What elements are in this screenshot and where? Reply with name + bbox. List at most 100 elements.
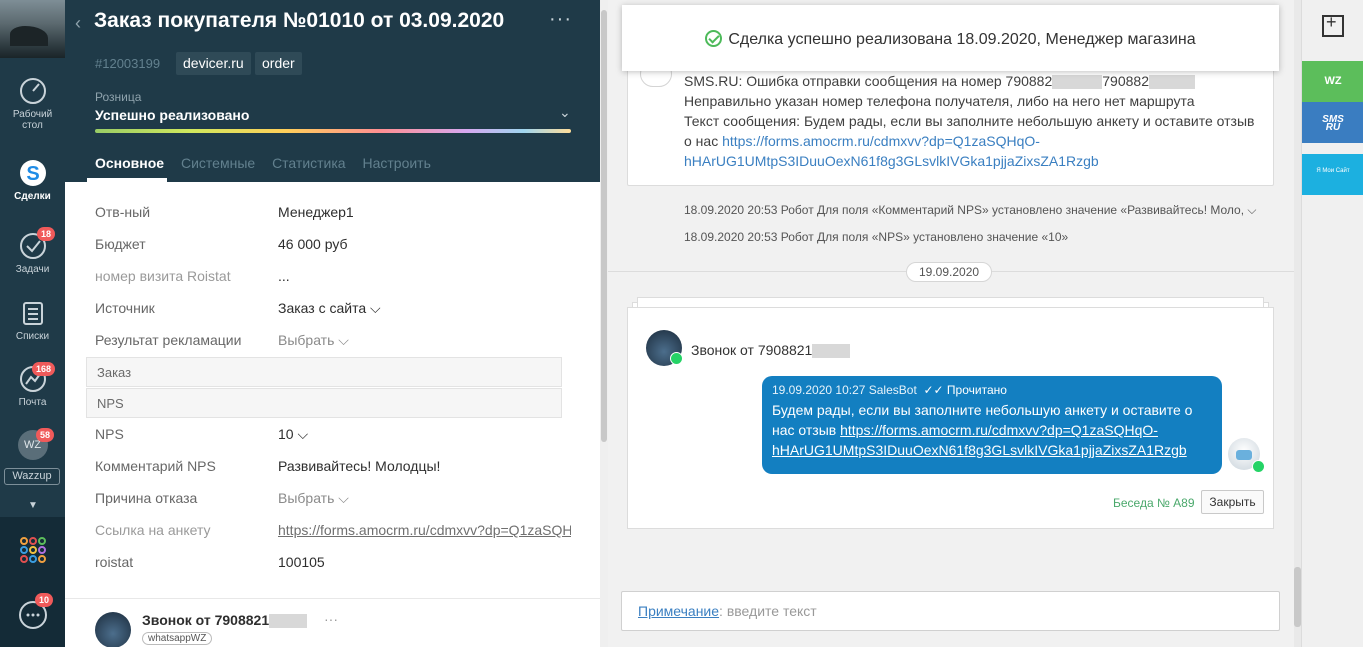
- sms-link[interactable]: https://forms.amocrm.ru/cdmxvv?dp=Q1zaSQ…: [722, 133, 1040, 149]
- log-entry: 18.09.2020 20:53 Робот Для поля «NPS» ус…: [684, 230, 1069, 244]
- field-row: Причина отказа Выбрать ⌵: [65, 482, 600, 514]
- sms-line1b: 790882: [1102, 73, 1149, 89]
- field-value[interactable]: ...: [278, 268, 290, 284]
- mail-badge: 168: [32, 362, 56, 376]
- field-value[interactable]: Выбрать ⌵: [278, 490, 349, 507]
- status-select[interactable]: Успешно реализовано: [95, 107, 249, 123]
- nav-expand-icon[interactable]: ▼: [28, 500, 38, 511]
- lead-card: ‹ Заказ покупателя №01010 от 03.09.2020 …: [65, 0, 600, 647]
- tab-system[interactable]: Системные: [181, 155, 255, 171]
- tab-settings[interactable]: Настроить: [362, 155, 430, 171]
- page-title[interactable]: Заказ покупателя №01010 от 03.09.2020: [94, 9, 504, 33]
- field-value[interactable]: https://forms.amocrm.ru/cdmxvv?dp=Q1zaSQ…: [278, 522, 571, 538]
- tab-main[interactable]: Основное: [95, 155, 164, 171]
- section-order[interactable]: Заказ: [86, 357, 562, 387]
- check-circle-icon: [705, 30, 723, 47]
- card-scrollbar[interactable]: [600, 0, 608, 647]
- scroll-thumb[interactable]: [601, 10, 607, 442]
- sms-text: SMS.RU: Ошибка отправки сообщения на ном…: [684, 71, 1264, 171]
- pipeline-progress: [95, 129, 571, 133]
- stack-decoration: [637, 297, 1264, 307]
- nav-deals[interactable]: S Сделки: [0, 158, 65, 202]
- chat-badge: 10: [35, 593, 54, 607]
- field-value[interactable]: 46 000 руб: [278, 236, 348, 252]
- tab-stats[interactable]: Статистика: [272, 155, 346, 171]
- nav-wz[interactable]: WZ 58: [0, 428, 65, 463]
- nav-mail[interactable]: Почта 168: [0, 362, 65, 408]
- deals-icon: S: [18, 158, 48, 188]
- chat-title-text: Звонок от 7908821: [691, 342, 813, 358]
- card-header: ‹ Заказ покупателя №01010 от 03.09.2020 …: [65, 0, 600, 182]
- nav-deals-label: Сделки: [14, 191, 51, 202]
- field-value[interactable]: Менеджер1: [278, 204, 354, 220]
- field-label: NPS: [95, 426, 124, 442]
- date-pill: 19.09.2020: [906, 262, 993, 282]
- apps-icon[interactable]: [18, 535, 48, 570]
- message-text: Будем рады, если вы заполните небольшую …: [772, 400, 1212, 460]
- nav-tasks[interactable]: Задачи 18: [0, 227, 65, 275]
- sms-line3: Текст сообщения: Будем рады, если вы зап…: [684, 113, 1255, 129]
- tag-devicer[interactable]: devicer.ru: [176, 52, 251, 75]
- contact-title[interactable]: Звонок от 7908821: [142, 612, 308, 629]
- widget-sms-text2: RU: [1325, 122, 1341, 133]
- widget-wz[interactable]: WZ: [1302, 61, 1363, 102]
- field-value[interactable]: 100105: [278, 554, 325, 570]
- field-value[interactable]: Выбрать ⌵: [278, 332, 349, 349]
- account-avatar[interactable]: [0, 0, 65, 58]
- section-nps[interactable]: NPS: [86, 388, 562, 418]
- sms-line2: Неправильно указан номер телефона получа…: [684, 93, 1195, 109]
- field-label: Комментарий NPS: [95, 458, 216, 474]
- add-widget-icon[interactable]: [1322, 12, 1344, 37]
- more-icon[interactable]: ···: [324, 611, 338, 627]
- svg-text:S: S: [26, 163, 39, 185]
- feed: SMS.RU: Ошибка отправки сообщения на ном…: [608, 0, 1301, 647]
- sms-line1: SMS.RU: Ошибка отправки сообщения на ном…: [684, 73, 1053, 89]
- message-link[interactable]: https://forms.amocrm.ru/cdmxvv?dp=Q1zaSQ…: [840, 422, 1158, 438]
- chat-card: Звонок от 7908821 19.09.2020 10:27 Sales…: [627, 307, 1274, 529]
- field-row: Результат рекламации Выбрать ⌵: [65, 324, 600, 356]
- back-icon[interactable]: ‹: [75, 13, 81, 34]
- blurred-number: [1052, 75, 1103, 90]
- field-row: номер визита Roistat ...: [65, 260, 600, 292]
- more-icon[interactable]: ···: [549, 8, 572, 31]
- lists-icon: [18, 298, 48, 328]
- lead-id: #12003199: [95, 56, 161, 71]
- wazzup-button[interactable]: Wazzup: [4, 468, 60, 485]
- feed-scrollbar[interactable]: [1294, 0, 1301, 647]
- chat-title[interactable]: Звонок от 7908821: [691, 342, 851, 359]
- whatsapp-icon: [1252, 460, 1265, 473]
- nav-dashboard-label1: Рабочий: [12, 109, 53, 120]
- field-label: номер визита Roistat: [95, 268, 231, 284]
- fields-list: Отв-ный Менеджер1 Бюджет 46 000 руб номе…: [65, 196, 600, 578]
- blurred-number: [269, 614, 308, 629]
- note-type-link[interactable]: Примечание: [638, 603, 719, 619]
- field-label: Причина отказа: [95, 490, 198, 506]
- field-value[interactable]: Развивайтесь! Молодцы!: [278, 458, 440, 474]
- field-row: Комментарий NPS Развивайтесь! Молодцы!: [65, 450, 600, 482]
- chevron-down-icon[interactable]: ⌄: [559, 104, 571, 121]
- field-label: Отв-ный: [95, 204, 151, 220]
- sms-link2[interactable]: hHArUG1UMtpS3IDuuOexN61f8g3GLsvlkIVGka1p…: [684, 153, 1099, 169]
- whatsapp-chip[interactable]: whatsappWZ: [142, 632, 213, 645]
- field-label: Бюджет: [95, 236, 146, 252]
- sms-line4: о нас: [684, 133, 719, 149]
- nav-bottom: 10: [0, 517, 65, 647]
- field-value[interactable]: Заказ с сайта ⌵: [278, 300, 381, 317]
- blurred-number: [1148, 75, 1195, 90]
- tag-order[interactable]: order: [255, 52, 302, 75]
- widget-smsru[interactable]: SMS RU: [1302, 102, 1363, 143]
- divider: [65, 598, 600, 599]
- field-row: Отв-ный Менеджер1: [65, 196, 600, 228]
- message-link2[interactable]: hHArUG1UMtpS3IDuuOexN61f8g3GLsvlkIVGka1p…: [772, 442, 1187, 458]
- log-entry[interactable]: 18.09.2020 20:53 Робот Для поля «Коммент…: [684, 203, 1257, 218]
- note-input[interactable]: Примечание: введите текст: [621, 591, 1280, 631]
- note-placeholder: : введите текст: [719, 603, 817, 619]
- field-value[interactable]: 10 ⌵: [278, 426, 308, 443]
- widget-blue[interactable]: Я Мои Сайт: [1302, 154, 1363, 195]
- scroll-thumb[interactable]: [1294, 567, 1301, 627]
- close-conversation-button[interactable]: Закрыть: [1201, 490, 1264, 514]
- message-meta: 19.09.2020 10:27 SalesBot ✓✓ Прочитано: [772, 383, 1212, 397]
- avatar: [95, 612, 131, 647]
- nav-dashboard[interactable]: Рабочий стол: [0, 76, 65, 131]
- nav-lists[interactable]: Списки: [0, 298, 65, 342]
